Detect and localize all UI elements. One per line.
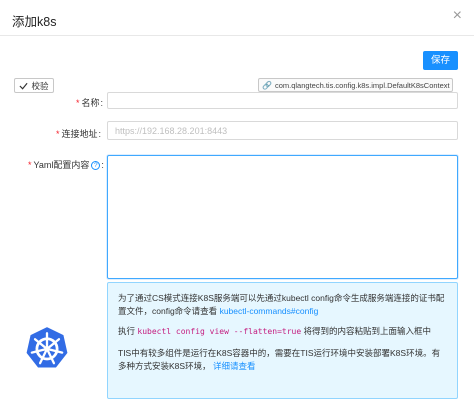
details-link[interactable]: 详细请查看	[213, 361, 256, 371]
yaml-textarea[interactable]	[107, 155, 458, 279]
check-icon	[19, 82, 29, 90]
context-class-tag[interactable]: 🔗 com.qlangtech.tis.config.k8s.impl.Defa…	[258, 78, 453, 92]
name-input[interactable]	[107, 92, 458, 109]
dialog-title: 添加k8s	[12, 15, 57, 29]
yaml-label-text: Yaml配置内容	[33, 160, 90, 170]
save-button[interactable]: 保存	[423, 51, 458, 70]
kubernetes-logo-icon	[25, 325, 69, 369]
question-circle-icon[interactable]: ?	[91, 161, 101, 170]
verify-button-label: 校验	[31, 80, 49, 91]
url-input[interactable]: https://192.168.28.201:8443	[107, 121, 458, 140]
info-line-command-suffix: 将得到的内容粘贴到上面输入框中	[303, 326, 432, 336]
context-class-label: com.qlangtech.tis.config.k8s.impl.Defaul…	[274, 80, 450, 90]
required-mark: *	[28, 160, 32, 170]
url-input-placeholder: https://192.168.28.201:8443	[115, 125, 228, 136]
link-icon: 🔗	[262, 80, 272, 90]
label-colon: :	[101, 160, 104, 170]
close-icon[interactable]: ×	[453, 8, 462, 24]
dialog-header: 添加k8s ×	[0, 0, 474, 36]
kubectl-config-link[interactable]: kubectl-commands#config	[220, 306, 319, 316]
label-colon: :	[98, 129, 102, 139]
url-label-text: 连接地址	[61, 129, 98, 139]
info-line-command: 执行 kubectl config view --flatten=true 将得…	[118, 325, 448, 338]
required-mark: *	[56, 129, 60, 139]
info-line-install: TIS中有较多组件是运行在K8S容器中的，需要在TIS运行环境中安装部署K8S环…	[118, 347, 448, 373]
label-colon: :	[100, 98, 104, 108]
info-line-command-prefix: 执行	[118, 326, 136, 336]
name-label-text: 名称	[81, 98, 100, 108]
info-line-config: 为了通过CS模式连接K8S服务端可以先通过kubectl config命令生成服…	[118, 292, 448, 318]
url-label: * 连接地址:	[56, 127, 101, 140]
kubectl-command-code: kubectl config view --flatten=true	[137, 327, 302, 336]
verify-button[interactable]: 校验	[14, 78, 54, 93]
info-alert: 为了通过CS模式连接K8S服务端可以先通过kubectl config命令生成服…	[107, 282, 458, 399]
name-label: * 名称:	[76, 96, 103, 109]
required-mark: *	[76, 98, 80, 108]
info-line-install-text: TIS中有较多组件是运行在K8S容器中的，需要在TIS运行环境中安装部署K8S环…	[118, 348, 441, 371]
yaml-label: * Yaml配置内容?:	[28, 158, 104, 171]
